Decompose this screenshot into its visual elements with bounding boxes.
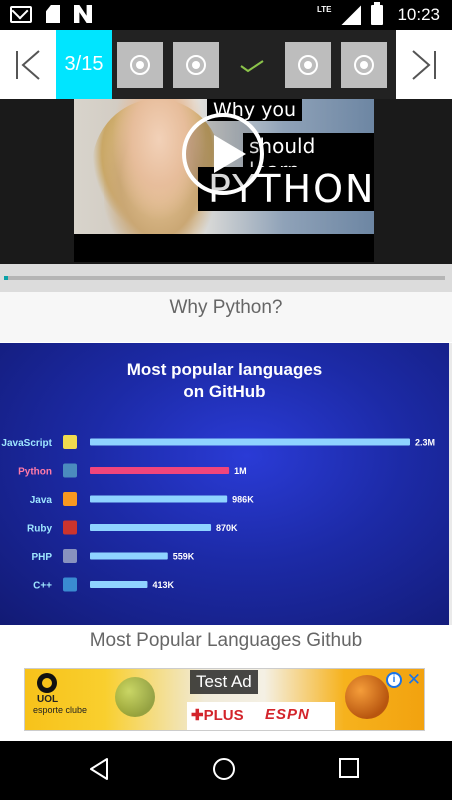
ad-partner-espn: ESPN <box>265 706 310 723</box>
ad-partner-plus: ✚PLUS <box>191 707 244 724</box>
n-app-icon <box>74 5 92 23</box>
info-icon[interactable]: i <box>386 672 402 688</box>
battery-charging-icon <box>371 2 384 25</box>
uol-logo-icon <box>37 673 57 693</box>
ad-brand-logo: UOL esporte clube <box>31 673 89 728</box>
value-label: 870K <box>216 523 238 533</box>
home-icon[interactable] <box>212 757 236 781</box>
bar <box>90 438 410 446</box>
php-icon <box>63 549 77 563</box>
recents-icon[interactable] <box>339 757 359 779</box>
value-label: 2.3M <box>415 438 435 448</box>
skip-previous-icon <box>16 49 40 80</box>
bar <box>90 495 228 503</box>
category-label: Python <box>18 467 52 478</box>
lesson-navigator: 3/15 <box>0 30 452 99</box>
play-icon[interactable] <box>182 113 264 195</box>
js-icon <box>63 435 77 449</box>
back-icon[interactable] <box>88 757 110 781</box>
java-icon <box>63 492 77 506</box>
chart-slide: Most popular languages on GitHub JavaScr… <box>0 343 449 625</box>
python-icon <box>63 463 77 478</box>
tennis-ball-image <box>115 677 155 717</box>
cpp-icon <box>63 577 77 592</box>
value-label: 986K <box>232 495 254 505</box>
previous-lesson-button[interactable] <box>0 30 56 99</box>
radio-icon <box>186 54 206 75</box>
android-navigation-bar <box>0 741 452 800</box>
radio-icon <box>298 54 318 75</box>
sd-card-icon <box>46 5 60 23</box>
next-lesson-button[interactable] <box>396 30 452 99</box>
gmail-icon <box>10 5 32 23</box>
category-label: C++ <box>33 581 52 592</box>
video-caption: Why Python? <box>0 292 452 342</box>
bar <box>90 467 230 474</box>
category-label: Ruby <box>27 524 52 535</box>
lesson-step-current[interactable] <box>224 30 280 99</box>
check-icon <box>240 59 264 72</box>
category-label: JavaScript <box>1 438 52 449</box>
lesson-step[interactable] <box>336 30 392 99</box>
bar <box>90 524 212 531</box>
value-label: 559K <box>173 552 195 562</box>
lesson-step[interactable] <box>280 30 336 99</box>
value-label: 1M <box>234 466 247 476</box>
bar-chart: JavaScript 2.3M Python 1M Java 986K Ruby 870K PH… <box>1 435 435 592</box>
signal-icon <box>341 5 362 25</box>
basketball-image <box>345 675 389 719</box>
ruby-icon <box>63 520 77 535</box>
ad-label: Test Ad <box>190 670 258 694</box>
bar <box>90 552 168 560</box>
lesson-step[interactable] <box>112 30 168 99</box>
category-label: PHP <box>31 552 52 563</box>
video-progress-fill <box>4 276 9 280</box>
ad-banner[interactable]: UOL esporte clube ✚PLUS ESPN Test Ad i ✕ <box>24 668 425 731</box>
category-label: Java <box>30 495 53 506</box>
bar <box>90 581 148 588</box>
video-progress-bar[interactable] <box>0 264 452 292</box>
radio-icon <box>130 54 150 75</box>
status-bar: LTE 10:23 <box>0 0 452 30</box>
video-thumbnail[interactable]: Why you should learn PYTHON <box>74 99 374 234</box>
skip-next-icon <box>412 49 436 80</box>
close-icon[interactable]: ✕ <box>407 670 421 690</box>
value-label: 413K <box>152 580 174 590</box>
slide-caption: Most Popular Languages Github <box>0 626 452 656</box>
lesson-counter: 3/15 <box>56 30 112 99</box>
lesson-step[interactable] <box>168 30 224 99</box>
video-player[interactable]: Why you should learn PYTHON <box>0 99 452 264</box>
network-type: LTE <box>316 4 332 14</box>
clock: 10:23 <box>397 5 440 24</box>
radio-icon <box>354 54 374 75</box>
